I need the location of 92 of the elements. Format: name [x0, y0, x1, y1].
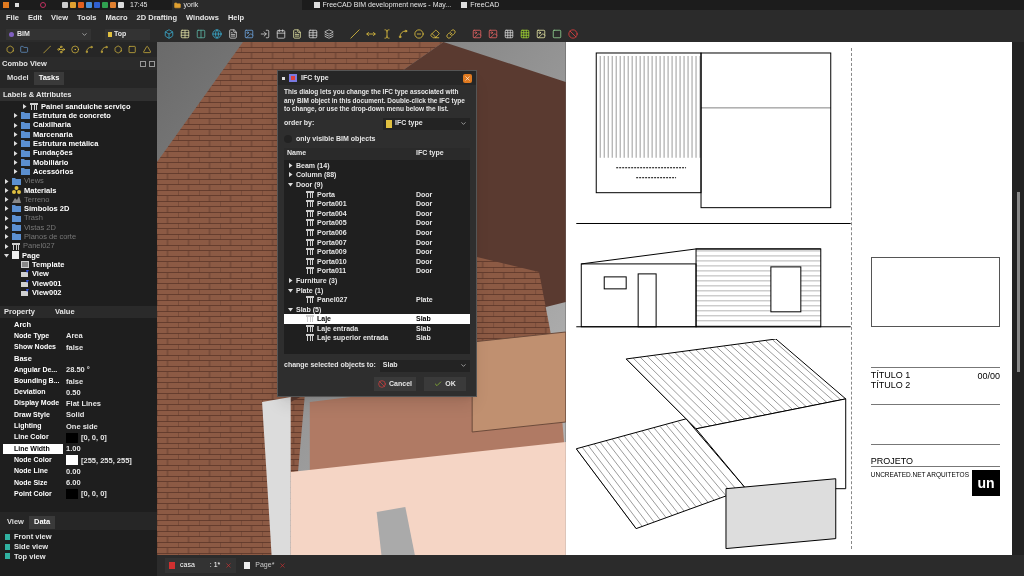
- circle-minus-icon[interactable]: [414, 29, 424, 39]
- collapsed-arrow-icon[interactable]: [13, 113, 18, 119]
- collapsed-arrow-icon[interactable]: [4, 178, 9, 184]
- close-icon[interactable]: [149, 60, 155, 67]
- caret-icon: [81, 30, 88, 38]
- collapsed-arrow-icon[interactable]: [288, 162, 293, 168]
- dimension-icon[interactable]: [366, 29, 376, 39]
- color-swatch[interactable]: [66, 432, 78, 443]
- globe-icon[interactable]: [212, 29, 222, 39]
- expanded-arrow-icon[interactable]: [4, 252, 9, 258]
- collapsed-arrow-icon[interactable]: [13, 132, 18, 138]
- collapsed-arrow-icon[interactable]: [288, 277, 293, 283]
- grid-icon[interactable]: [504, 29, 514, 39]
- arc-icon[interactable]: [85, 45, 94, 54]
- collapsed-arrow-icon[interactable]: [4, 234, 9, 240]
- cube-icon[interactable]: [164, 29, 174, 39]
- table-icon[interactable]: [180, 29, 190, 39]
- calendar-icon[interactable]: [276, 29, 286, 39]
- collapsed-arrow-icon[interactable]: [22, 104, 27, 110]
- panel-icon: [306, 296, 314, 304]
- document-icon[interactable]: [228, 29, 238, 39]
- text-cursor-icon[interactable]: [382, 29, 392, 39]
- scrollbar[interactable]: [1012, 42, 1024, 555]
- import-icon[interactable]: [260, 29, 270, 39]
- image-icon[interactable]: [244, 29, 254, 39]
- diagonal-line-icon[interactable]: [42, 45, 51, 54]
- view-icon: [21, 289, 29, 297]
- folder-icon: [173, 1, 181, 9]
- color-swatch[interactable]: [66, 455, 78, 466]
- sheet-icon[interactable]: [308, 29, 318, 39]
- picture-icon[interactable]: [536, 29, 546, 39]
- expanded-arrow-icon[interactable]: [288, 306, 293, 312]
- panel-icon: [306, 267, 314, 275]
- collapsed-arrow-icon[interactable]: [13, 159, 18, 165]
- collapsed-arrow-icon[interactable]: [4, 197, 9, 203]
- collapsed-arrow-icon[interactable]: [4, 243, 9, 249]
- float-icon[interactable]: [140, 60, 146, 67]
- columns-icon[interactable]: [196, 29, 206, 39]
- page-export-icon[interactable]: [488, 29, 498, 39]
- rectangle-icon[interactable]: [128, 45, 137, 54]
- collapsed-arrow-icon[interactable]: [4, 206, 9, 212]
- window-menu-icon[interactable]: [282, 76, 285, 80]
- folder-icon[interactable]: [20, 45, 29, 54]
- check-icon: [434, 380, 443, 388]
- hexagon-icon[interactable]: [6, 45, 15, 54]
- collapsed-arrow-icon[interactable]: [13, 141, 18, 147]
- spheres-icon: [12, 186, 21, 195]
- collapsed-arrow-icon[interactable]: [13, 150, 18, 156]
- terrain-icon: [12, 196, 21, 204]
- page-icon: [244, 562, 251, 569]
- sheet-number: 00/00: [977, 370, 1000, 383]
- app-icon: [289, 74, 297, 82]
- polygon-icon[interactable]: [114, 45, 123, 54]
- snap-grid-icon[interactable]: [520, 29, 530, 39]
- project-text: PROJETO: [870, 456, 914, 466]
- link-icon[interactable]: [446, 29, 456, 39]
- subtitle-text: TÍTULO 2: [870, 380, 911, 390]
- no-entry-icon[interactable]: [568, 29, 578, 39]
- page-icon: [12, 251, 19, 260]
- file-icon: [386, 119, 392, 128]
- page-icon[interactable]: [472, 29, 482, 39]
- caret-icon: [460, 362, 467, 369]
- collapsed-arrow-icon[interactable]: [13, 122, 18, 128]
- note-icon[interactable]: [292, 29, 302, 39]
- spline-icon[interactable]: [99, 45, 109, 54]
- panel-icon: [306, 238, 314, 246]
- title-text: TÍTULO 1: [870, 370, 911, 380]
- office-logo: un: [972, 470, 1000, 496]
- circle-icon[interactable]: [71, 45, 80, 54]
- collapsed-arrow-icon[interactable]: [4, 187, 9, 193]
- layers-icon[interactable]: [324, 29, 334, 39]
- expanded-arrow-icon[interactable]: [288, 182, 293, 187]
- panel-icon: [12, 242, 20, 250]
- template-icon: [21, 261, 29, 269]
- polyline-icon[interactable]: [56, 45, 66, 54]
- collapsed-arrow-icon[interactable]: [4, 225, 9, 230]
- close-button[interactable]: [463, 73, 472, 83]
- triangle-icon[interactable]: [142, 45, 151, 54]
- caret-icon: [460, 120, 467, 127]
- collapsed-arrow-icon[interactable]: [4, 215, 9, 221]
- color-swatch[interactable]: [66, 489, 78, 500]
- frame-icon[interactable]: [552, 29, 562, 39]
- panel-icon: [30, 103, 38, 111]
- cancel-icon: [378, 380, 386, 388]
- collapsed-arrow-icon[interactable]: [13, 169, 18, 175]
- expanded-arrow-icon[interactable]: [288, 287, 293, 293]
- eraser-icon[interactable]: [430, 29, 440, 39]
- diagonal-line-icon[interactable]: [350, 29, 360, 39]
- panel-icon: [306, 334, 314, 342]
- curve-icon[interactable]: [398, 29, 408, 39]
- panel-icon: [306, 190, 314, 198]
- collapsed-arrow-icon[interactable]: [288, 172, 293, 178]
